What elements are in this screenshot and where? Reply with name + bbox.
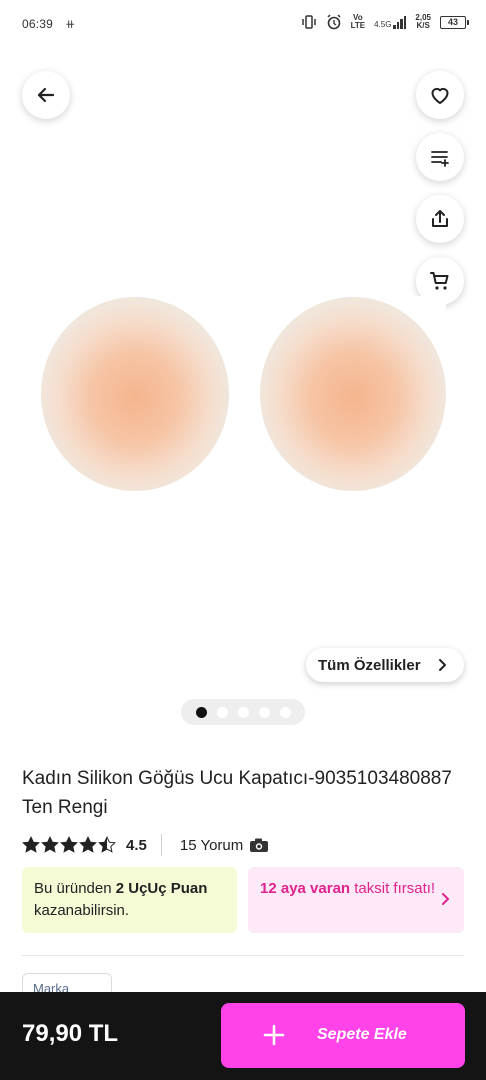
pager-dot[interactable]: [258, 706, 270, 718]
section-divider: [22, 955, 464, 956]
points-amount: 2 UçUç Puan: [115, 880, 208, 897]
status-icons: Vo LTE 4.5G 2,05 K/S 43: [301, 14, 469, 30]
product-image[interactable]: [40, 296, 446, 494]
star-icon: [79, 836, 97, 853]
star-icon: [98, 836, 116, 853]
chevron-right-icon: [439, 659, 446, 671]
add-to-cart-button[interactable]: Sepete Ekle: [221, 1003, 465, 1068]
speed-indicator: 2,05 K/S: [415, 14, 431, 30]
installment-suffix: taksit fırsatı!: [350, 880, 436, 897]
plus-icon: [263, 1024, 285, 1046]
speed-unit: K/S: [416, 21, 430, 30]
cart-icon: [430, 272, 449, 290]
add-to-list-button[interactable]: [416, 133, 464, 181]
product-title: Kadın Silikon Göğüs Ucu Kapatıcı-9035103…: [22, 768, 452, 818]
image-pager[interactable]: [181, 699, 305, 725]
favorite-button[interactable]: [416, 71, 464, 119]
alarm-icon: [326, 14, 342, 30]
list-add-icon: [431, 151, 449, 167]
battery-icon: 43: [440, 15, 469, 29]
price: 79,90 TL: [22, 1020, 119, 1047]
points-prefix: Bu üründen: [34, 880, 116, 897]
camera-icon: [250, 838, 269, 852]
rating-value: 4.5: [126, 836, 147, 854]
points-suffix: kazanabilirsin.: [34, 902, 130, 919]
star-icon: [41, 836, 59, 853]
pager-dot[interactable]: [216, 706, 228, 718]
back-button[interactable]: [22, 71, 70, 119]
product-photo: [41, 297, 446, 491]
battery-level: 43: [447, 17, 458, 27]
installment-card[interactable]: 12 aya varan taksit fırsatı!: [248, 867, 464, 933]
points-card: Bu üründen 2 UçUç Puan kazanabilirsin.: [22, 867, 237, 933]
review-count[interactable]: 15 Yorum: [180, 837, 243, 854]
installment-highlight: 12 aya varan: [260, 880, 351, 897]
all-features-button[interactable]: Tüm Özellikler: [306, 648, 464, 682]
notification-icon: ⧺: [65, 17, 76, 31]
status-time: 06:39: [22, 17, 54, 31]
share-button[interactable]: [416, 195, 464, 243]
all-features-label: Tüm Özellikler: [318, 656, 421, 674]
pager-dot[interactable]: [195, 706, 207, 718]
signal-icon: [393, 15, 407, 29]
net-type: 4.5G: [374, 19, 392, 29]
volte-bottom: LTE: [350, 21, 366, 30]
add-to-cart-label: Sepete Ekle: [317, 1026, 407, 1043]
rating-separator: [160, 834, 162, 856]
pager-dot[interactable]: [279, 706, 291, 718]
pager-dot[interactable]: [237, 706, 249, 718]
rating-stars: [22, 836, 116, 854]
bottom-bar: 79,90 TL Sepete Ekle: [0, 992, 486, 1080]
vibrate-icon: [301, 14, 317, 30]
star-icon: [22, 836, 40, 853]
rating-row[interactable]: 4.5 15 Yorum: [22, 833, 269, 857]
signal-group: 4.5G: [374, 15, 407, 29]
status-bar: 06:39 ⧺ Vo LTE 4.5G 2,05 K/S 43: [0, 0, 486, 48]
volte-indicator: Vo LTE: [351, 14, 366, 30]
arrow-left-icon: [37, 87, 55, 103]
chevron-right-icon: [442, 893, 449, 905]
heart-icon: [431, 87, 449, 104]
share-icon: [432, 210, 448, 227]
star-icon: [60, 836, 78, 853]
